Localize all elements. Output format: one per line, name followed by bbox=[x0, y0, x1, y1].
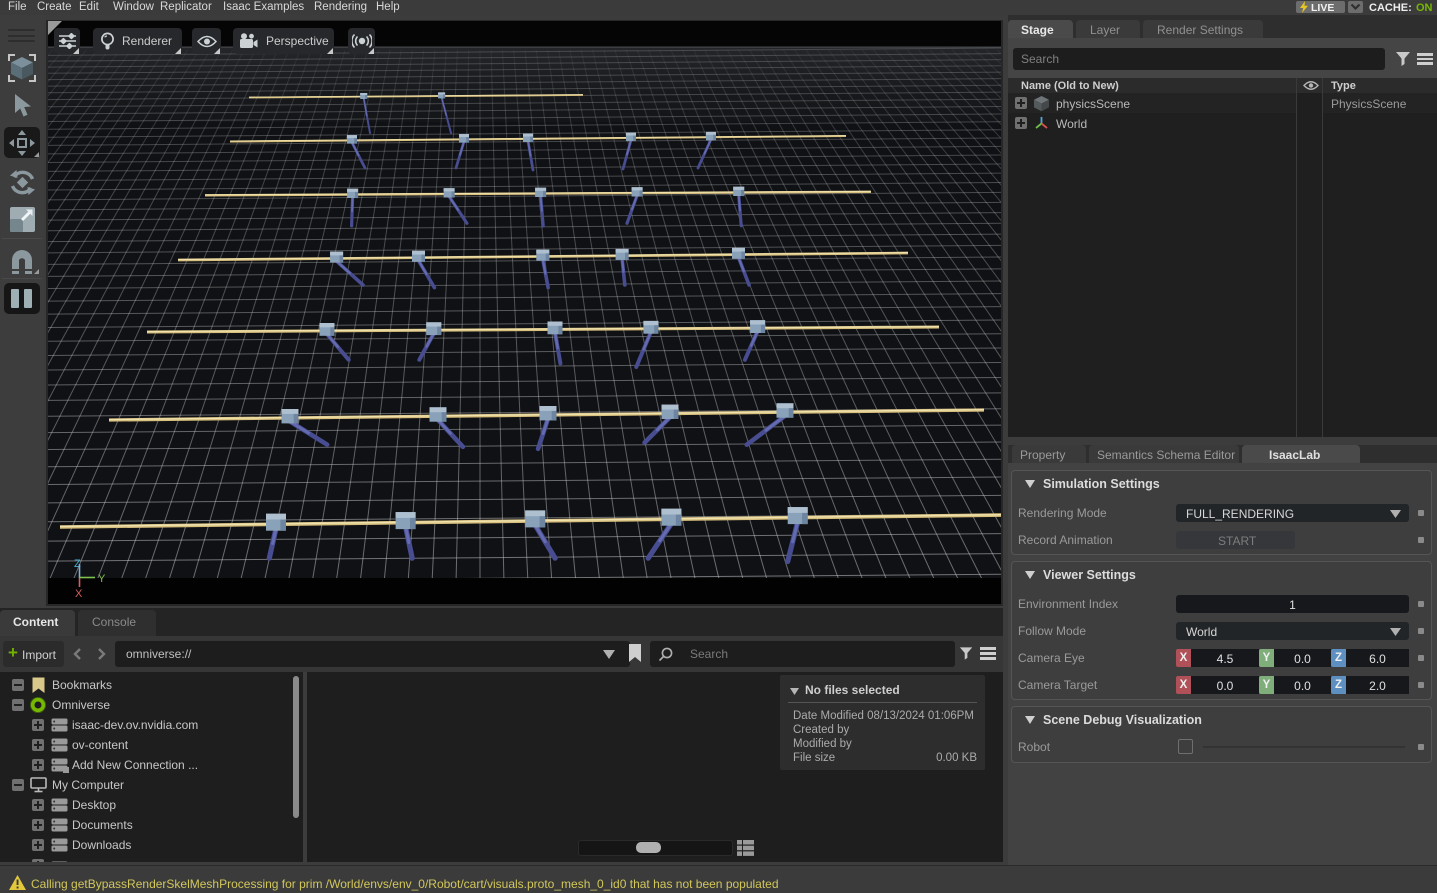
svg-text:X: X bbox=[75, 588, 83, 600]
svg-text:Y: Y bbox=[98, 573, 106, 585]
